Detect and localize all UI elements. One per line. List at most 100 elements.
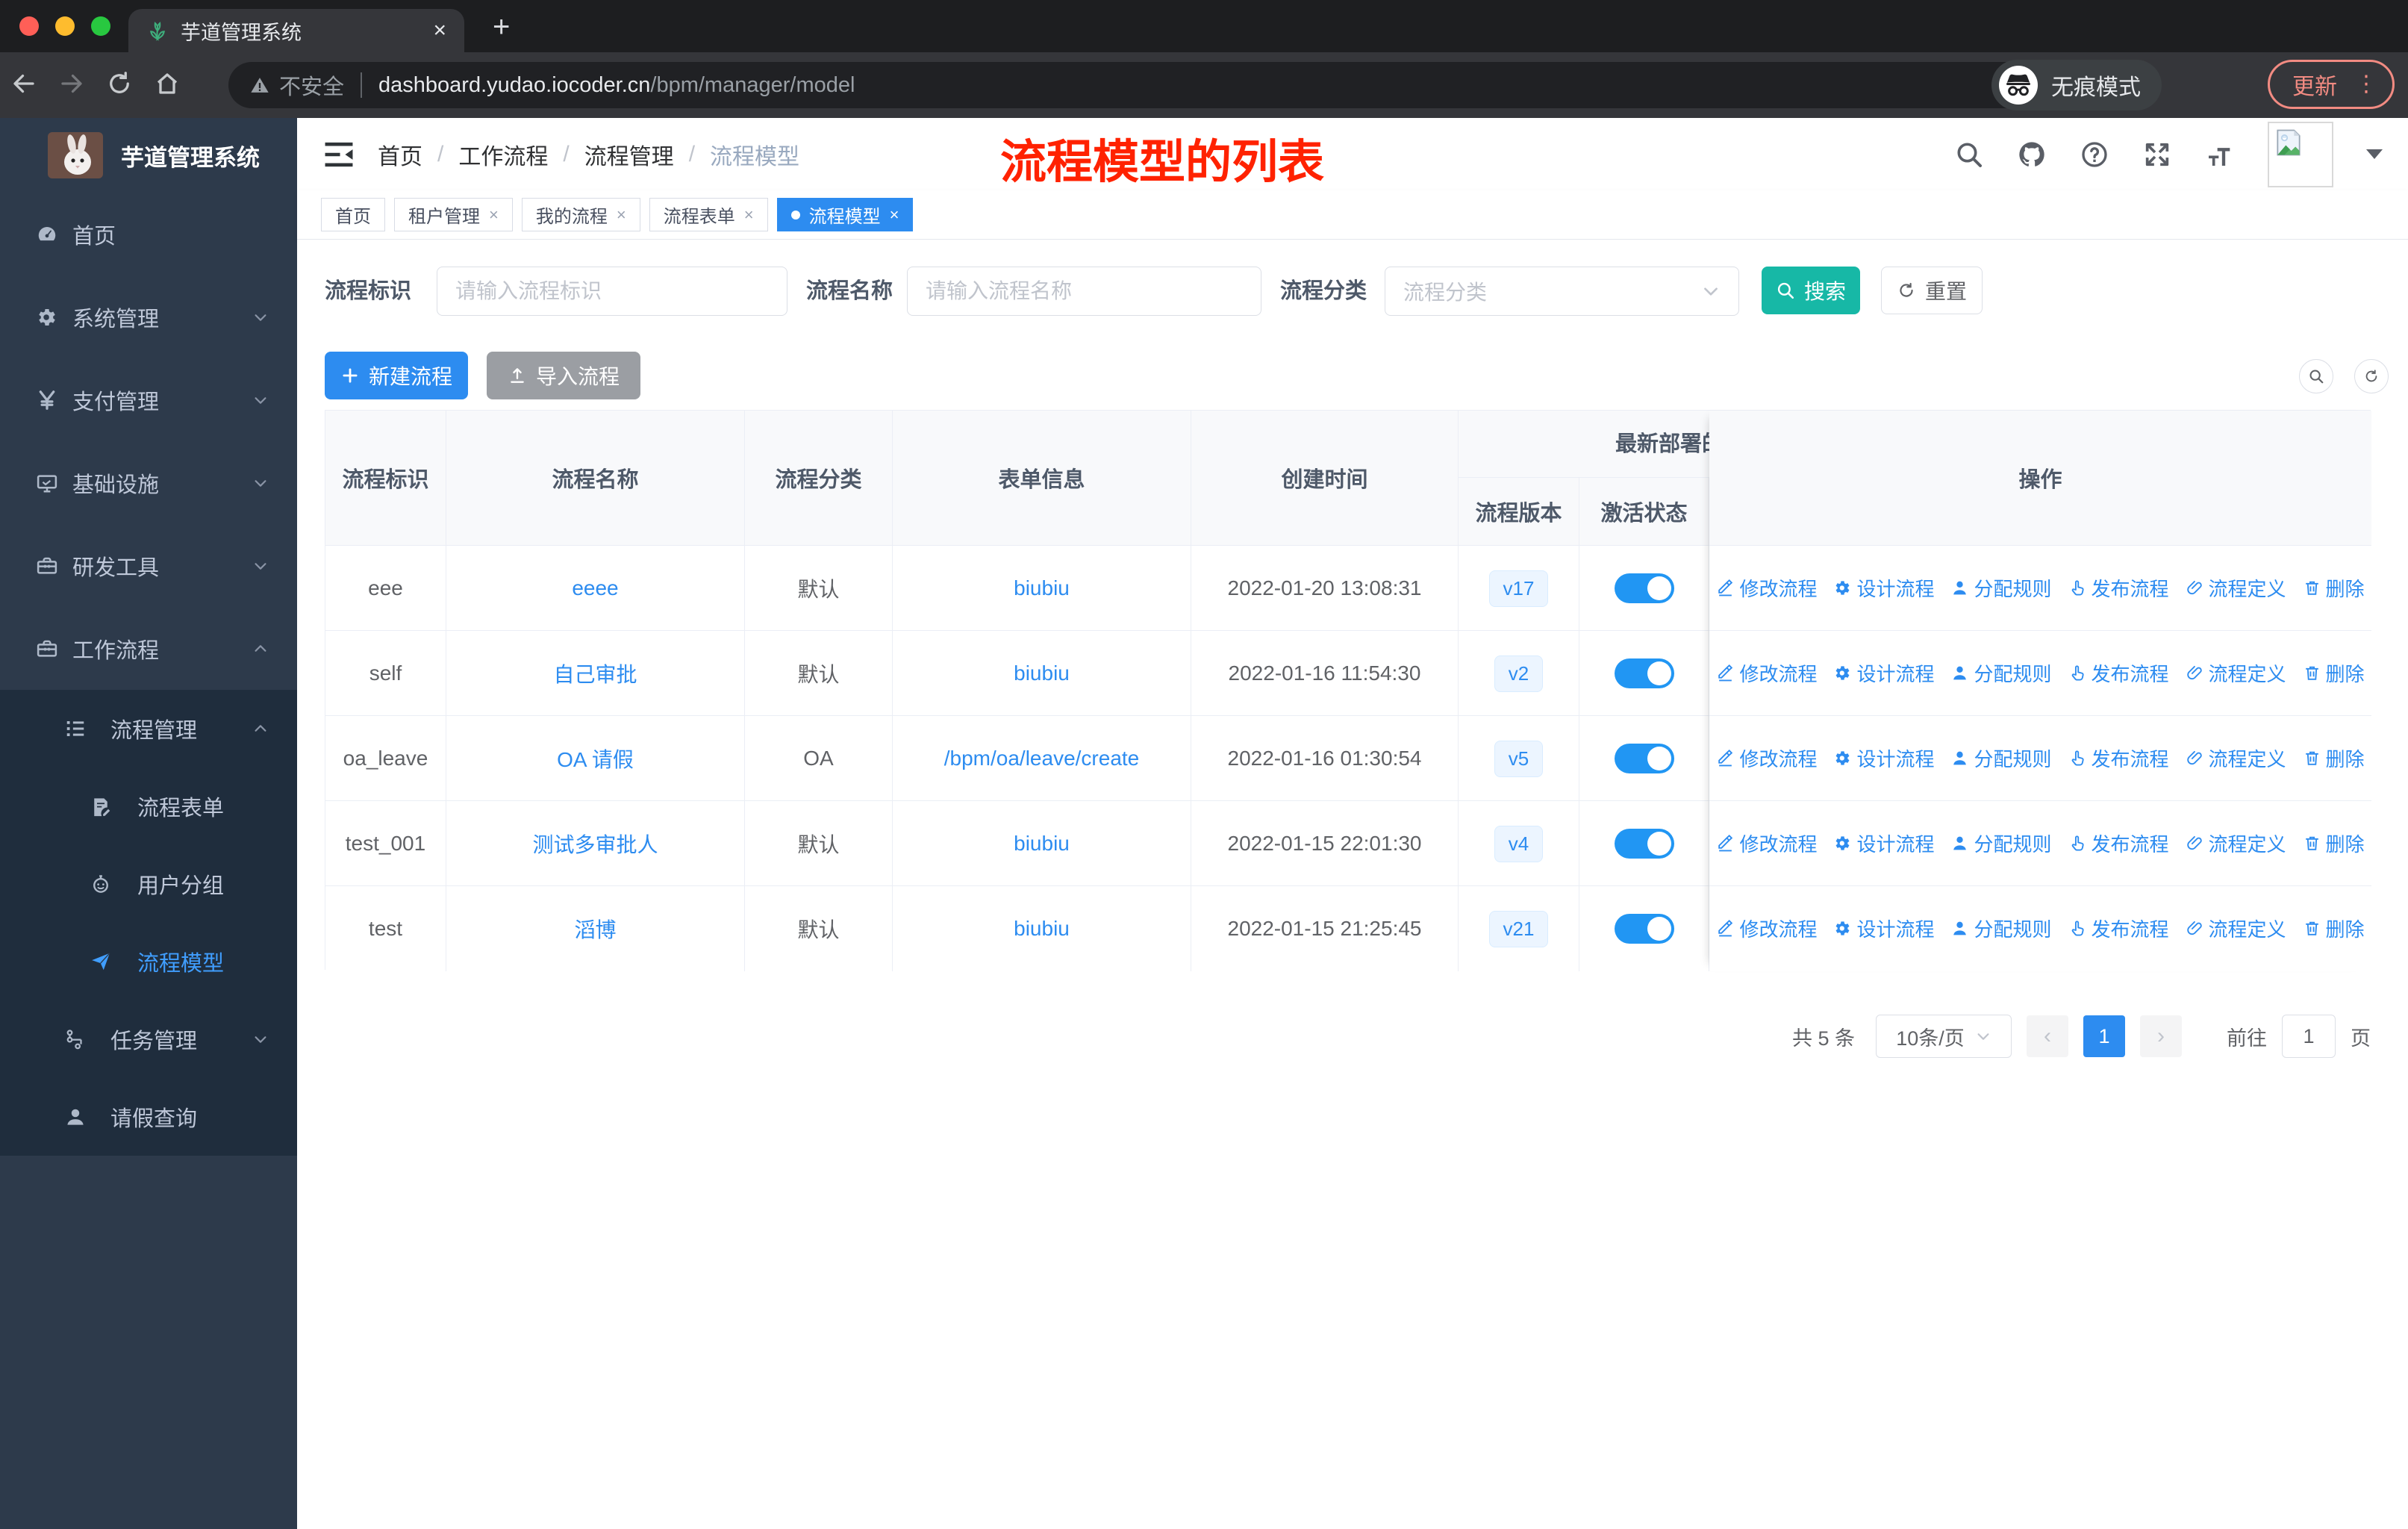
close-icon[interactable]: × xyxy=(617,205,626,225)
page-size-select[interactable]: 10条/页 xyxy=(1876,1015,2012,1058)
action-modify[interactable]: 修改流程 xyxy=(1716,744,1817,772)
version-badge[interactable]: v2 xyxy=(1494,655,1544,692)
caret-down-icon[interactable] xyxy=(2366,149,2383,159)
back-button[interactable] xyxy=(0,70,48,101)
prev-page-button[interactable]: ‹ xyxy=(2027,1015,2068,1057)
active-toggle[interactable] xyxy=(1614,744,1674,773)
form-link[interactable]: biubiu xyxy=(1014,576,1070,600)
update-button[interactable]: 更新 ⋮ xyxy=(2268,60,2395,109)
action-assign-rule[interactable]: 分配规则 xyxy=(1950,829,2052,857)
url-bar[interactable]: 不安全 dashboard.yudao.iocoder.cn/bpm/manag… xyxy=(228,62,2139,108)
home-button[interactable] xyxy=(143,70,191,101)
sidebar-item-process-form[interactable]: 流程表单 xyxy=(0,767,297,845)
action-design[interactable]: 设计流程 xyxy=(1833,829,1934,857)
process-category-select[interactable]: 流程分类 xyxy=(1385,267,1739,316)
action-definition[interactable]: 流程定义 xyxy=(2186,659,2286,687)
action-assign-rule[interactable]: 分配规则 xyxy=(1950,659,2052,687)
action-design[interactable]: 设计流程 xyxy=(1833,744,1934,772)
goto-page-input[interactable] xyxy=(2282,1015,2336,1058)
form-link[interactable]: biubiu xyxy=(1014,661,1070,685)
reload-button[interactable] xyxy=(96,70,143,101)
sidebar-item-home[interactable]: 首页 xyxy=(0,193,297,275)
reset-button[interactable]: 重置 xyxy=(1881,267,1983,314)
breadcrumb-home[interactable]: 首页 xyxy=(378,138,422,171)
tab-close-icon[interactable]: × xyxy=(433,19,446,42)
action-assign-rule[interactable]: 分配规则 xyxy=(1950,915,2052,942)
menu-fold-icon[interactable] xyxy=(324,142,354,167)
browser-menu-icon[interactable]: ⋮ xyxy=(2355,73,2377,96)
browser-tab[interactable]: 芋道管理系统 × xyxy=(128,9,464,52)
action-delete[interactable]: 删除 xyxy=(2303,659,2365,687)
toggle-search-button[interactable] xyxy=(2299,359,2333,393)
create-process-button[interactable]: 新建流程 xyxy=(325,352,468,399)
version-badge[interactable]: v17 xyxy=(1488,570,1549,607)
sidebar-item-payment[interactable]: 支付管理 xyxy=(0,358,297,441)
search-icon[interactable] xyxy=(1954,140,1984,169)
breadcrumb-process-mgmt[interactable]: 流程管理 xyxy=(584,138,674,171)
action-modify[interactable]: 修改流程 xyxy=(1716,574,1817,602)
tag-tenant[interactable]: 租户管理 × xyxy=(394,198,513,231)
forward-button[interactable] xyxy=(48,70,96,101)
action-publish[interactable]: 发布流程 xyxy=(2068,659,2169,687)
import-process-button[interactable]: 导入流程 xyxy=(487,352,640,399)
sidebar-item-devtools[interactable]: 研发工具 xyxy=(0,524,297,607)
action-modify[interactable]: 修改流程 xyxy=(1716,915,1817,942)
sidebar-item-task-mgmt[interactable]: 任务管理 xyxy=(0,1000,297,1078)
action-modify[interactable]: 修改流程 xyxy=(1716,829,1817,857)
sidebar-item-infra[interactable]: 基础设施 xyxy=(0,441,297,524)
github-icon[interactable] xyxy=(2017,140,2047,169)
action-delete[interactable]: 删除 xyxy=(2303,829,2365,857)
tag-my-process[interactable]: 我的流程 × xyxy=(521,198,640,231)
active-toggle[interactable] xyxy=(1614,829,1674,859)
action-publish[interactable]: 发布流程 xyxy=(2068,744,2169,772)
window-close-button[interactable] xyxy=(19,16,39,36)
new-tab-button[interactable]: + xyxy=(493,10,510,44)
process-name-link[interactable]: 滔博 xyxy=(574,914,616,944)
action-design[interactable]: 设计流程 xyxy=(1833,915,1934,942)
version-badge[interactable]: v4 xyxy=(1494,825,1544,862)
sidebar-item-process-mgmt[interactable]: 流程管理 xyxy=(0,690,297,767)
form-link[interactable]: /bpm/oa/leave/create xyxy=(944,747,1140,770)
tag-process-model[interactable]: 流程模型 × xyxy=(776,198,914,231)
process-name-input[interactable] xyxy=(907,267,1261,316)
help-icon[interactable] xyxy=(2080,140,2109,169)
tag-home[interactable]: 首页 xyxy=(321,198,385,231)
sidebar-item-leave-query[interactable]: 请假查询 xyxy=(0,1078,297,1156)
sidebar-item-workflow[interactable]: 工作流程 xyxy=(0,607,297,690)
process-name-link[interactable]: 测试多审批人 xyxy=(532,829,658,859)
text-size-icon[interactable] xyxy=(2205,140,2235,169)
next-page-button[interactable]: › xyxy=(2140,1015,2182,1057)
action-definition[interactable]: 流程定义 xyxy=(2186,829,2286,857)
window-zoom-button[interactable] xyxy=(91,16,110,36)
sidebar-item-system[interactable]: 系统管理 xyxy=(0,275,297,358)
security-indicator[interactable]: 不安全 xyxy=(249,69,344,101)
action-definition[interactable]: 流程定义 xyxy=(2186,915,2286,942)
active-toggle[interactable] xyxy=(1614,658,1674,688)
fullscreen-icon[interactable] xyxy=(2142,140,2172,169)
active-toggle[interactable] xyxy=(1614,914,1674,944)
action-definition[interactable]: 流程定义 xyxy=(2186,744,2286,772)
sidebar-item-user-group[interactable]: 用户分组 xyxy=(0,845,297,923)
page-number-active[interactable]: 1 xyxy=(2083,1015,2125,1057)
action-delete[interactable]: 删除 xyxy=(2303,574,2365,602)
action-definition[interactable]: 流程定义 xyxy=(2186,574,2286,602)
refresh-table-button[interactable] xyxy=(2354,359,2389,393)
breadcrumb-workflow[interactable]: 工作流程 xyxy=(458,138,548,171)
process-name-link[interactable]: OA 请假 xyxy=(557,744,634,773)
action-delete[interactable]: 删除 xyxy=(2303,915,2365,942)
action-assign-rule[interactable]: 分配规则 xyxy=(1950,744,2052,772)
search-button[interactable]: 搜索 xyxy=(1762,267,1860,314)
avatar[interactable] xyxy=(2268,121,2333,187)
action-publish[interactable]: 发布流程 xyxy=(2068,829,2169,857)
close-icon[interactable]: × xyxy=(744,205,754,225)
process-name-link[interactable]: 自己审批 xyxy=(553,658,637,688)
action-delete[interactable]: 删除 xyxy=(2303,744,2365,772)
active-toggle[interactable] xyxy=(1614,573,1674,603)
action-modify[interactable]: 修改流程 xyxy=(1716,659,1817,687)
sidebar-logo[interactable]: 芋道管理系统 xyxy=(0,118,297,193)
form-link[interactable]: biubiu xyxy=(1014,832,1070,856)
action-publish[interactable]: 发布流程 xyxy=(2068,915,2169,942)
action-design[interactable]: 设计流程 xyxy=(1833,574,1934,602)
version-badge[interactable]: v5 xyxy=(1494,740,1544,777)
process-id-input[interactable] xyxy=(437,267,787,316)
